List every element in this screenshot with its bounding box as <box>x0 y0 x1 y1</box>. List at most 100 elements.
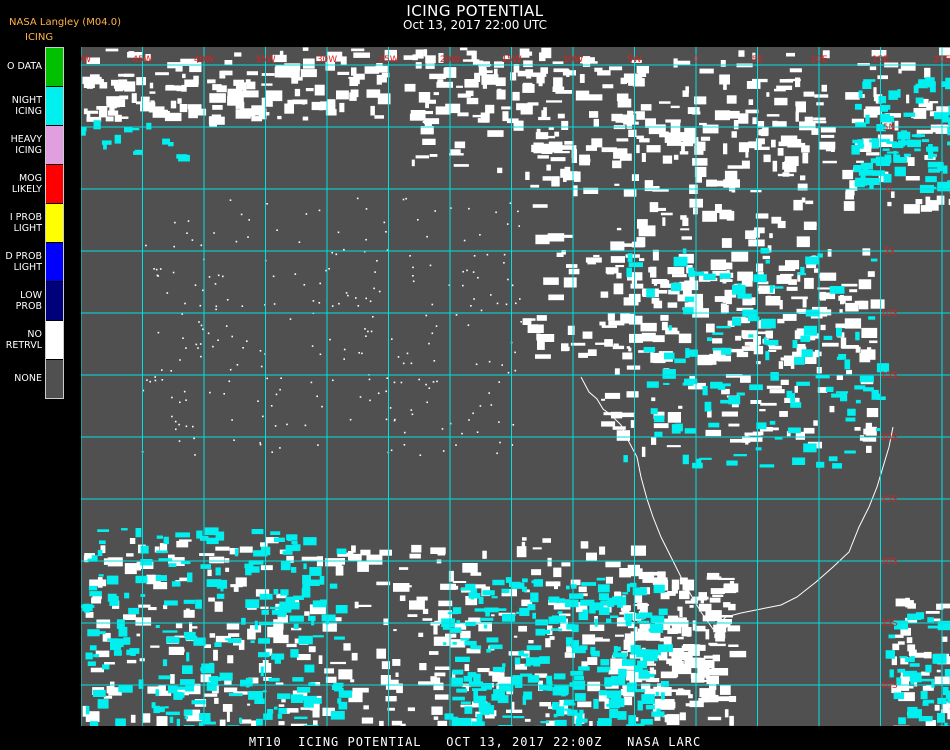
icing-cell <box>925 176 937 183</box>
cloud-cell <box>863 428 872 435</box>
icing-cell <box>600 659 610 666</box>
cloud-cell <box>728 423 740 427</box>
icing-cell <box>787 427 801 434</box>
cloud-cell <box>623 696 633 706</box>
cloud-cell <box>146 574 156 585</box>
cloud-cell <box>275 682 284 685</box>
cloud-cell <box>235 82 247 90</box>
icing-cell <box>925 664 932 673</box>
cloud-cell <box>355 76 360 85</box>
cloud-cell <box>650 351 654 363</box>
icing-cell <box>98 631 106 635</box>
cloud-cell <box>554 151 570 154</box>
cloud-cell <box>683 652 693 661</box>
cloud-cell <box>277 115 282 120</box>
cloud-cell <box>605 561 621 568</box>
cloud-speckle <box>520 321 522 323</box>
cloud-cell <box>929 101 939 104</box>
icing-cell <box>102 664 110 670</box>
icing-cell <box>551 628 563 631</box>
cloud-speckle <box>185 425 188 428</box>
cloud-cell <box>870 299 885 309</box>
cloud-cell <box>630 283 644 289</box>
icing-cell <box>97 699 109 709</box>
cloud-cell <box>409 600 425 610</box>
cloud-cell <box>854 427 861 431</box>
cloud-cell <box>525 171 530 180</box>
icing-cell <box>483 624 488 629</box>
cloud-cell <box>434 672 446 677</box>
cloud-cell <box>862 437 877 442</box>
cloud-cell <box>801 197 806 203</box>
cloud-cell <box>777 173 794 177</box>
icing-cell <box>241 617 246 625</box>
icing-cell <box>200 667 214 672</box>
cloud-cell <box>656 207 666 211</box>
cloud-cell <box>541 143 553 154</box>
legend-item: O DATA <box>0 47 66 87</box>
cloud-cell <box>615 634 624 637</box>
icing-cell <box>103 144 107 150</box>
cloud-cell <box>104 662 115 665</box>
cloud-cell <box>900 62 916 71</box>
cloud-cell <box>766 92 770 97</box>
cloud-cell <box>697 354 713 366</box>
cloud-cell <box>587 657 598 665</box>
cloud-cell <box>376 74 382 85</box>
cloud-speckle <box>405 197 407 200</box>
cloud-speckle <box>217 274 220 277</box>
icing-cell <box>618 668 627 677</box>
cloud-speckle <box>215 308 217 311</box>
cloud-cell <box>419 663 427 671</box>
cloud-cell <box>613 283 624 295</box>
cloud-cell <box>662 155 673 164</box>
cloud-cell <box>230 584 243 588</box>
cloud-cell <box>278 721 285 726</box>
icing-cell <box>579 709 584 715</box>
cloud-cell <box>717 355 731 362</box>
cloud-cell <box>407 614 418 617</box>
icing-cell <box>870 258 878 262</box>
cloud-cell <box>351 48 365 52</box>
cloud-cell <box>702 124 719 134</box>
cloud-speckle <box>332 379 334 382</box>
cloud-cell <box>649 571 658 576</box>
cloud-cell <box>738 50 745 57</box>
cloud-speckle <box>185 399 187 401</box>
cloud-cell <box>126 553 134 557</box>
icing-cell <box>712 347 725 351</box>
icing-cell <box>162 659 168 667</box>
cloud-speckle <box>335 253 338 256</box>
cloud-cell <box>535 354 551 359</box>
cloud-cell <box>746 81 761 89</box>
icing-cell <box>855 331 860 341</box>
cloud-cell <box>407 707 415 712</box>
cloud-speckle <box>365 208 368 210</box>
cloud-cell <box>587 94 603 101</box>
icing-cell <box>473 695 487 704</box>
cloud-cell <box>622 243 636 247</box>
cloud-cell <box>616 93 629 102</box>
cloud-cell <box>513 635 518 638</box>
cloud-cell <box>696 673 705 679</box>
cloud-cell <box>707 572 720 578</box>
icing-cell <box>651 711 665 717</box>
cloud-cell <box>553 567 562 578</box>
icing-cell <box>769 420 776 425</box>
cloud-speckle <box>304 424 307 427</box>
icing-cell <box>663 382 670 385</box>
cloud-cell <box>83 108 88 115</box>
icing-cell <box>175 532 190 538</box>
cloud-cell <box>720 60 726 67</box>
cloud-speckle <box>403 444 406 446</box>
cloud-speckle <box>501 364 503 366</box>
cloud-cell <box>652 579 658 585</box>
cloud-speckle <box>175 428 177 431</box>
legend-item-line: LOW <box>20 289 42 301</box>
icing-cell <box>863 387 874 392</box>
cloud-speckle <box>225 325 228 327</box>
icing-cell <box>115 718 126 726</box>
cloud-cell <box>124 563 137 575</box>
cloud-cell <box>687 107 700 114</box>
icing-cell <box>267 709 274 714</box>
